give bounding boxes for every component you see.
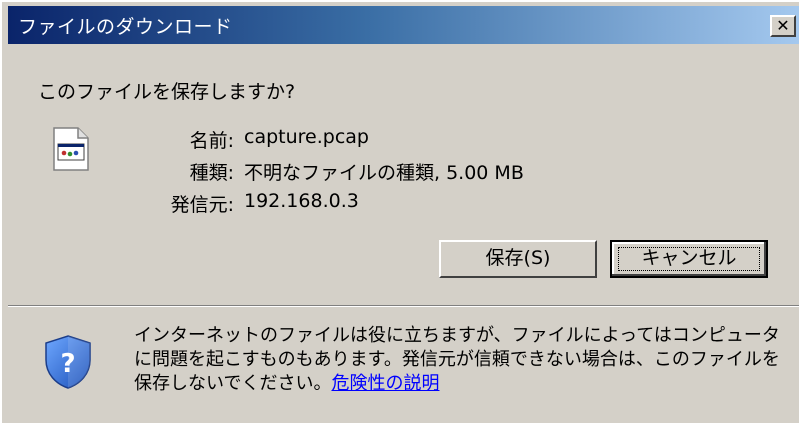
risk-explanation-link[interactable]: 危険性の説明: [331, 373, 439, 394]
close-icon: ✕: [776, 16, 790, 35]
focus-ring: [618, 247, 760, 271]
save-question: このファイルを保存しますか?: [38, 81, 296, 103]
name-label: 名前:: [189, 130, 234, 152]
warning-text: インターネットのファイルは役に立ちますが、ファイルによってはコンピュータに問題を…: [134, 325, 780, 394]
name-value: capture.pcap: [244, 126, 369, 148]
from-label: 発信元:: [170, 194, 234, 216]
window-title: ファイルのダウンロード: [18, 16, 233, 38]
type-value: 不明なファイルの種類, 5.00 MB: [244, 162, 524, 184]
svg-text:?: ?: [60, 349, 75, 379]
warning-message: インターネットのファイルは役に立ちますが、ファイルによってはコンピュータに問題を…: [134, 324, 784, 396]
cancel-button[interactable]: キャンセル: [610, 240, 768, 278]
title-bar[interactable]: ファイルのダウンロード ✕: [8, 6, 799, 44]
generic-file-icon: [53, 127, 89, 171]
download-dialog: ファイルのダウンロード ✕ このファイルを保存しますか? 名前: capture…: [0, 0, 799, 423]
save-button-label: 保存(S): [485, 247, 551, 269]
separator: [8, 305, 799, 307]
shield-question-icon: ?: [45, 335, 91, 389]
save-button[interactable]: 保存(S): [439, 240, 597, 278]
close-button[interactable]: ✕: [770, 15, 796, 37]
from-value: 192.168.0.3: [244, 190, 359, 212]
type-label: 種類:: [189, 162, 234, 184]
